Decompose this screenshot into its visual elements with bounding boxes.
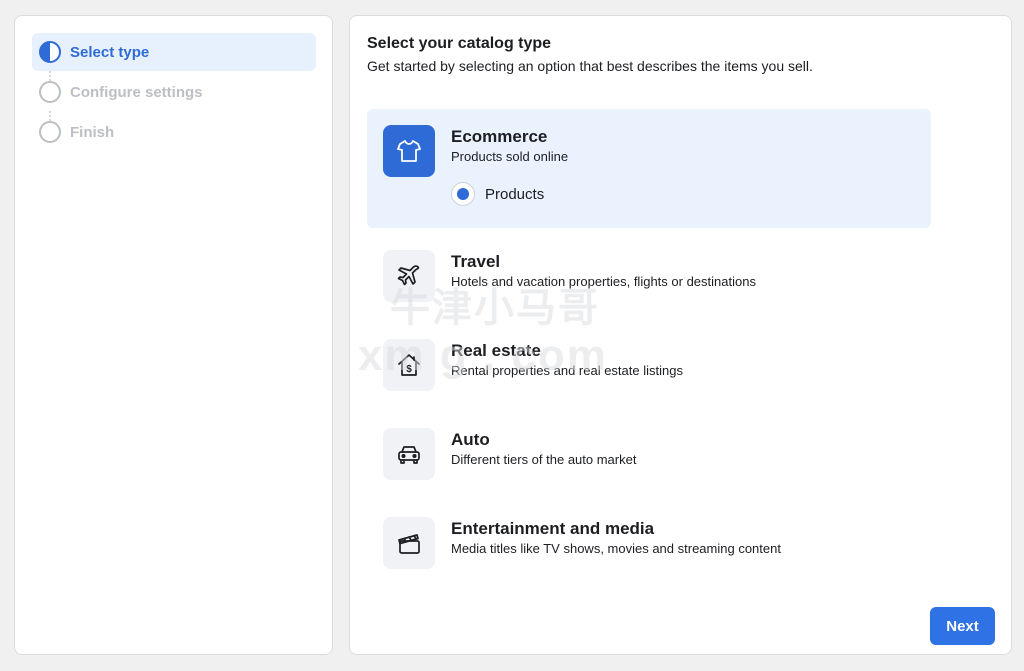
next-button[interactable]: Next (930, 607, 995, 645)
clapperboard-icon (383, 517, 435, 569)
house-dollar-icon: $ (383, 339, 435, 391)
car-icon (383, 428, 435, 480)
step-configure-settings[interactable]: Configure settings (32, 73, 316, 111)
catalog-type-panel: Select your catalog type Get started by … (349, 15, 1012, 655)
step-select-type[interactable]: Select type (32, 33, 316, 71)
option-real-estate[interactable]: $ Real estate Rental properties and real… (367, 323, 931, 407)
option-ecommerce[interactable]: Ecommerce Products sold online Products (367, 109, 931, 228)
step-progress-icon (39, 41, 61, 63)
option-title: Ecommerce (451, 127, 548, 146)
airplane-icon (383, 250, 435, 302)
step-circle-icon (39, 81, 61, 103)
option-title: Entertainment and media (451, 519, 655, 538)
step-label: Finish (70, 123, 115, 141)
step-label: Configure settings (70, 83, 203, 101)
page-title: Select your catalog type (367, 35, 552, 52)
products-radio-option[interactable]: Products (451, 182, 544, 206)
option-title: Real estate (451, 341, 541, 360)
option-title: Travel (451, 252, 501, 271)
radio-label: Products (485, 185, 545, 203)
products-radio[interactable] (451, 182, 475, 206)
option-description: Products sold online (451, 149, 569, 164)
page-subtitle: Get started by selecting an option that … (367, 58, 813, 74)
svg-text:$: $ (406, 364, 412, 375)
option-entertainment-media[interactable]: Entertainment and media Media titles lik… (367, 501, 931, 585)
option-travel[interactable]: Travel Hotels and vacation properties, f… (367, 234, 931, 318)
stepper-panel: Select type Configure settings Finish (14, 15, 333, 655)
option-description: Different tiers of the auto market (451, 452, 637, 467)
step-finish[interactable]: Finish (32, 113, 316, 151)
tshirt-icon (383, 125, 435, 177)
option-description: Media titles like TV shows, movies and s… (451, 541, 781, 556)
option-description: Hotels and vacation properties, flights … (451, 274, 756, 289)
option-description: Rental properties and real estate listin… (451, 363, 683, 378)
step-label: Select type (70, 43, 150, 61)
option-title: Auto (451, 430, 490, 449)
radio-checked-dot (457, 188, 469, 200)
step-circle-icon (39, 121, 61, 143)
option-auto[interactable]: Auto Different tiers of the auto market (367, 412, 931, 496)
